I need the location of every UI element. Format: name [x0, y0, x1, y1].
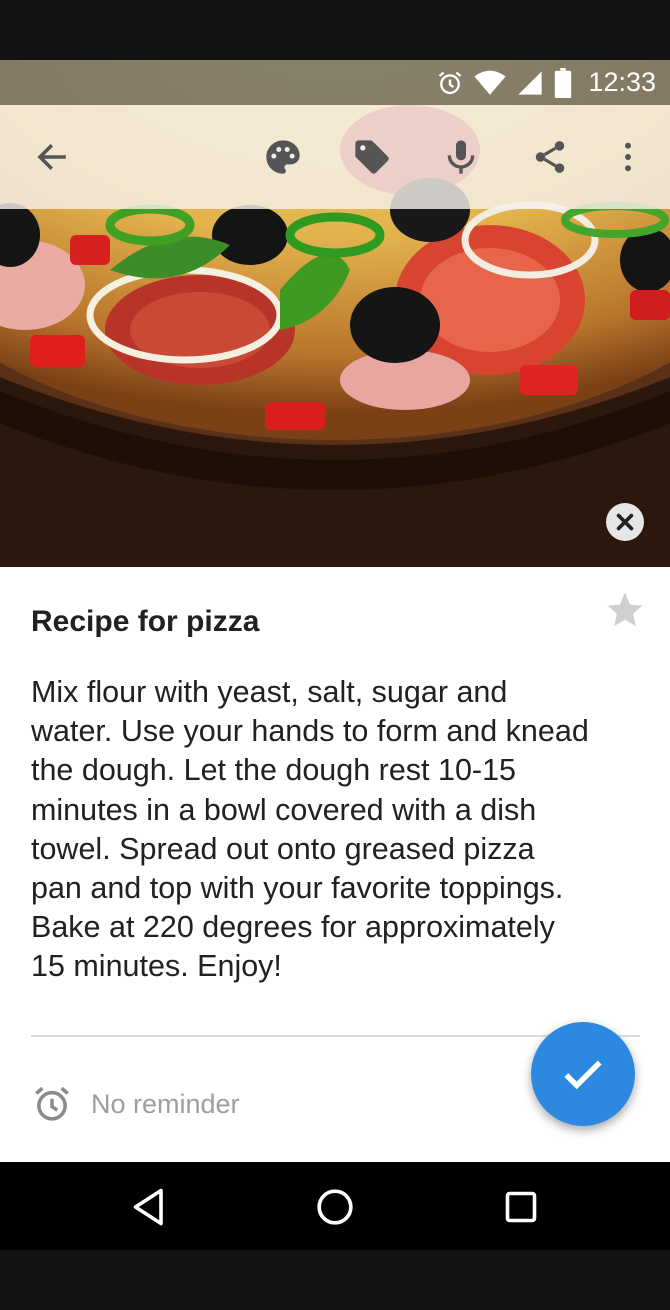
palette-icon: [266, 140, 300, 174]
nav-back-button[interactable]: [124, 1182, 174, 1232]
battery-icon: [554, 67, 572, 98]
bottom-letterbox: [0, 1250, 670, 1310]
microphone-icon: [447, 140, 475, 174]
voice-input-button[interactable]: [431, 127, 491, 187]
reminder-row[interactable]: No reminder: [31, 1082, 240, 1126]
wifi-icon: [474, 70, 507, 96]
note-toolbar: [0, 105, 670, 209]
note-title[interactable]: Recipe for pizza: [31, 605, 259, 639]
signal-icon: [516, 69, 544, 97]
reminder-label: No reminder: [91, 1088, 240, 1119]
more-vert-icon: [625, 142, 631, 172]
share-button[interactable]: [520, 127, 580, 187]
status-bar: 12:33: [0, 60, 670, 105]
recents-square-icon: [505, 1191, 537, 1223]
star-button[interactable]: [604, 589, 646, 631]
label-icon: [355, 140, 389, 174]
back-button[interactable]: [22, 127, 82, 187]
status-time: 12:33: [588, 67, 656, 97]
alarm-icon: [35, 1086, 69, 1121]
label-button[interactable]: [342, 127, 402, 187]
palette-button[interactable]: [253, 127, 313, 187]
home-circle-icon: [317, 1189, 353, 1225]
star-icon: [607, 592, 643, 627]
nav-recents-button[interactable]: [496, 1182, 546, 1232]
system-nav-bar: [0, 1162, 670, 1250]
check-icon: [564, 1060, 602, 1090]
save-fab-button[interactable]: [531, 1022, 635, 1126]
back-arrow-icon: [37, 143, 66, 171]
back-triangle-icon: [133, 1188, 163, 1226]
remove-image-button[interactable]: [606, 503, 644, 541]
note-body[interactable]: Mix flour with yeast, salt, sugar and wa…: [31, 673, 646, 987]
share-icon: [535, 141, 565, 173]
more-options-button[interactable]: [598, 127, 658, 187]
top-letterbox: [0, 0, 670, 60]
alarm-icon: [436, 69, 464, 97]
nav-home-button[interactable]: [310, 1182, 360, 1232]
close-icon: [616, 513, 634, 531]
